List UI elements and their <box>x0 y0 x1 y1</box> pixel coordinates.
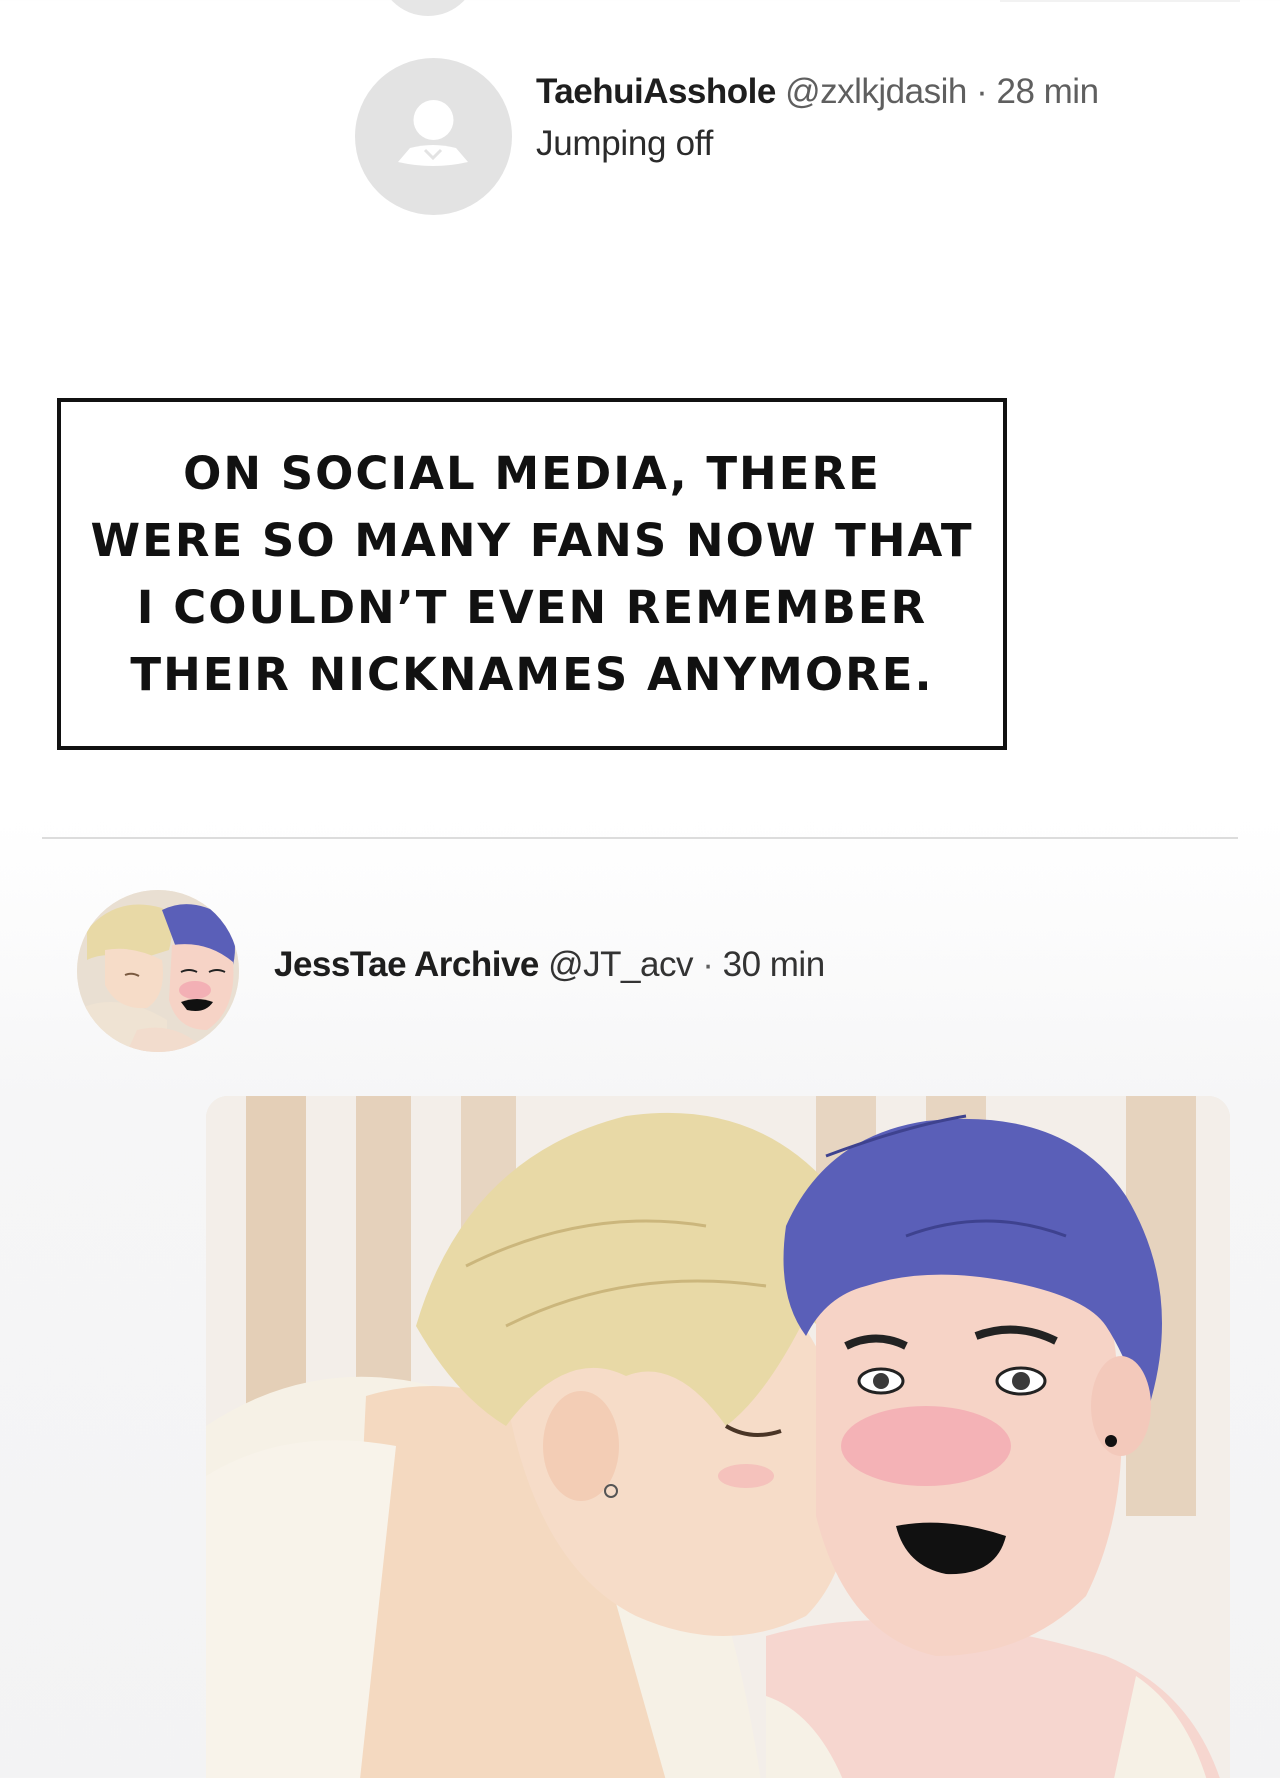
narration-caption-text: ON SOCIAL MEDIA, THERE WERE SO MANY FANS… <box>82 440 982 708</box>
post-1-text: Jumping off <box>536 124 713 163</box>
post-1-separator: · <box>976 72 988 111</box>
top-divider <box>1000 0 1240 2</box>
narration-caption-box: ON SOCIAL MEDIA, THERE WERE SO MANY FANS… <box>57 398 1007 750</box>
post-2-header: JessTae Archive @JT_acv · 30 min <box>274 945 825 985</box>
post-2-avatar-illustration <box>77 890 239 1052</box>
post-2-image[interactable] <box>206 1096 1230 1778</box>
caption-line: THEIR NICKNAMES ANYMORE. <box>130 648 934 701</box>
post-2-separator: · <box>702 945 714 984</box>
post-2-author-name[interactable]: JessTae Archive <box>274 945 539 984</box>
caption-line: I COULDN’T EVEN REMEMBER <box>136 581 928 634</box>
post-1-author-name[interactable]: TaehuiAsshole <box>536 72 776 111</box>
post-1-handle[interactable]: @zxlkjdasih <box>785 72 967 111</box>
previous-post-avatar <box>378 0 478 16</box>
caption-line: ON SOCIAL MEDIA, THERE <box>183 447 881 500</box>
post-1-header: TaehuiAsshole @zxlkjdasih · 28 min <box>536 72 1099 112</box>
post-divider <box>42 837 1238 839</box>
caption-line: WERE SO MANY FANS NOW THAT <box>90 514 974 567</box>
post-2-timestamp: 30 min <box>722 945 826 984</box>
post-1-avatar[interactable] <box>355 58 512 215</box>
post-2-handle[interactable]: @JT_acv <box>548 945 693 984</box>
post-1-timestamp: 28 min <box>996 72 1099 111</box>
post-2-illustration <box>206 1096 1230 1778</box>
post-2-avatar[interactable] <box>77 890 239 1052</box>
person-placeholder-icon <box>398 100 468 166</box>
